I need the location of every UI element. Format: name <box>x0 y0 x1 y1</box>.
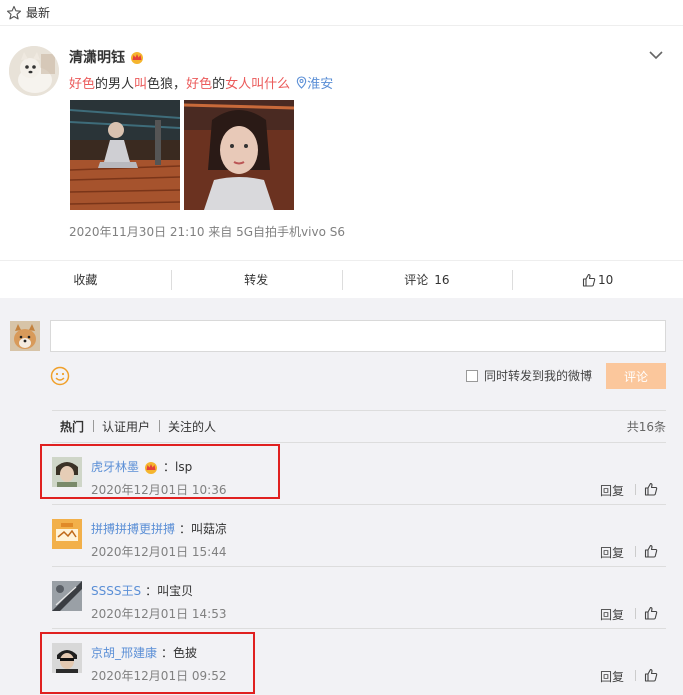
annotation-box <box>40 444 280 499</box>
commenter-avatar[interactable] <box>52 581 82 611</box>
my-avatar[interactable] <box>10 321 40 351</box>
weibo-post: 清潇明钰 好色的男人叫色狼，好色的女人叫什么 淮安 2020年11月30日 21… <box>0 27 683 260</box>
post-text-fragment: 女人叫什么 <box>225 77 291 92</box>
comment-line: 拼搏拼搏更拼搏 ： 叫菇凉 <box>91 520 227 537</box>
post-text-fragment: 好色 <box>186 77 213 92</box>
comment-item: 拼搏拼搏更拼搏 ： 叫菇凉 2020年12月01日 15:44 回复 <box>52 504 666 566</box>
reply-button[interactable]: 回复 <box>600 668 624 685</box>
post-text-fragment: 的男人 <box>95 77 135 92</box>
favorite-button[interactable]: 收藏 <box>0 261 171 298</box>
commenter-name[interactable]: SSSS王S <box>91 582 141 599</box>
post-photo-1[interactable] <box>70 100 180 210</box>
comment-total: 共16条 <box>626 420 666 434</box>
comment-tabs: 热门 认证用户 关注的人 共16条 <box>52 410 666 442</box>
location-link[interactable]: 淮安 <box>294 76 333 92</box>
post-text-fragment: 色狼， <box>147 77 187 92</box>
commenter-name[interactable]: 拼搏拼搏更拼搏 <box>91 520 175 537</box>
comment-colon: ： <box>145 584 158 598</box>
post-text-fragment: 的 <box>212 77 226 92</box>
chevron-down-icon[interactable] <box>648 49 664 61</box>
star-icon <box>6 5 22 19</box>
comment-count: 16 <box>434 272 450 287</box>
forward-label: 同时转发到我的微博 <box>484 369 593 383</box>
tab-verified-users[interactable]: 认证用户 <box>93 418 159 435</box>
comment-line: SSSS王S ： 叫宝贝 <box>91 582 193 599</box>
post-text-fragment: 好色 <box>69 77 96 92</box>
comment-label: 评论 <box>404 273 429 287</box>
post-text: 好色的男人叫色狼，好色的女人叫什么 淮安 <box>69 73 333 92</box>
forward-checkbox[interactable] <box>466 369 478 382</box>
thumbs-up-icon[interactable] <box>644 668 658 682</box>
author-avatar[interactable] <box>9 46 59 96</box>
crown-icon <box>131 52 143 64</box>
comment-text: 叫菇凉 <box>191 522 228 536</box>
tab-following[interactable]: 关注的人 <box>159 418 225 435</box>
thumbs-up-icon[interactable] <box>644 544 658 558</box>
post-photo-2[interactable] <box>184 100 294 210</box>
action-divider <box>635 484 636 495</box>
author-name[interactable]: 清潇明钰 <box>69 47 145 67</box>
favorite-label: 收藏 <box>73 273 98 287</box>
like-button[interactable]: 10 <box>512 261 683 298</box>
author-name-text[interactable]: 清潇明钰 <box>69 47 125 67</box>
comment-colon: ： <box>179 522 192 536</box>
post-text-fragment: 叫 <box>134 77 148 92</box>
tab-hot[interactable]: 热门 <box>52 418 93 435</box>
location-text[interactable]: 淮安 <box>307 77 333 92</box>
action-divider <box>635 608 636 619</box>
action-divider <box>635 546 636 557</box>
post-meta: 2020年11月30日 21:10 来自 5G自拍手机vivo S6 <box>69 225 345 239</box>
annotation-box <box>40 632 255 694</box>
reply-button[interactable]: 回复 <box>600 482 624 499</box>
comment-text: 叫宝贝 <box>157 584 194 598</box>
thumbs-up-icon[interactable] <box>644 606 658 620</box>
comment-item: SSSS王S ： 叫宝贝 2020年12月01日 14:53 回复 <box>52 566 666 628</box>
comment-input[interactable] <box>50 320 666 352</box>
post-text-body: 好色的男人叫色狼，好色的女人叫什么 <box>69 77 290 92</box>
commenter-avatar[interactable] <box>52 519 82 549</box>
emoji-icon[interactable] <box>50 366 70 386</box>
comment-time: 2020年12月01日 15:44 <box>91 545 227 559</box>
comment-time: 2020年12月01日 14:53 <box>91 607 227 621</box>
location-pin-icon <box>296 76 307 89</box>
thumbs-up-icon <box>582 273 596 287</box>
forward-option[interactable]: 同时转发到我的微博 <box>466 367 592 384</box>
reply-button[interactable]: 回复 <box>600 544 624 561</box>
action-divider <box>635 670 636 681</box>
submit-comment-button[interactable]: 评论 <box>606 363 666 389</box>
repost-label: 转发 <box>244 273 269 287</box>
comment-button[interactable]: 评论 16 <box>341 261 513 298</box>
repost-button[interactable]: 转发 <box>170 261 342 298</box>
reply-button[interactable]: 回复 <box>600 606 624 623</box>
thumbs-up-icon[interactable] <box>644 482 658 496</box>
action-bar: 收藏 转发 评论 16 10 <box>0 260 683 298</box>
top-bar: 最新 <box>0 0 683 26</box>
latest-label: 最新 <box>26 6 51 20</box>
like-count: 10 <box>597 272 614 287</box>
